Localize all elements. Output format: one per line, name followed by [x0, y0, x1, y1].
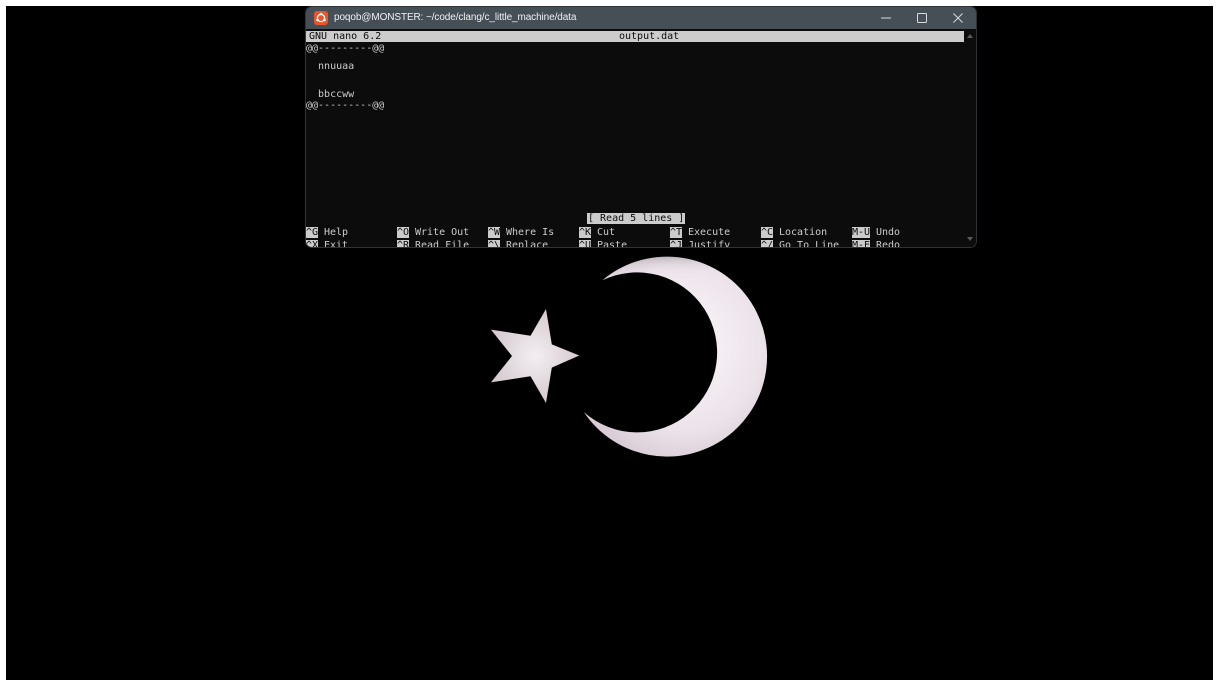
shortcut-label-justify: Justify — [688, 240, 731, 248]
shortcut-key-redo[interactable]: M-E — [852, 240, 871, 247]
terminal-window[interactable]: poqob@MONSTER: ~/code/clang/c_little_mac… — [305, 6, 977, 248]
shortcut-label-exit: Exit — [324, 240, 349, 248]
scroll-down-arrow-icon[interactable] — [967, 237, 973, 241]
close-button[interactable] — [940, 7, 976, 29]
terminal-scrollbar[interactable] — [964, 29, 976, 247]
close-icon — [953, 13, 963, 23]
status-message: [ Read 5 lines ] — [587, 213, 686, 224]
maximize-button[interactable] — [904, 7, 940, 29]
shortcut-key-justify[interactable]: ^J — [670, 240, 683, 247]
file-line[interactable]: nnuuaa — [306, 61, 354, 72]
minimize-button[interactable] — [868, 7, 904, 29]
shortcut-label-location: Location — [779, 227, 828, 238]
shortcut-key-location[interactable]: ^C — [761, 227, 774, 238]
shortcut-label-where-is: Where Is — [506, 227, 555, 238]
shortcut-key-cut[interactable]: ^K — [579, 227, 592, 238]
shortcut-label-execute: Execute — [688, 227, 731, 238]
shortcut-key-where-is[interactable]: ^W — [488, 227, 501, 238]
window-titlebar[interactable]: poqob@MONSTER: ~/code/clang/c_little_mac… — [306, 7, 976, 29]
nano-version: GNU nano 6.2 — [309, 31, 382, 42]
ubuntu-icon — [314, 11, 328, 25]
minimize-icon — [881, 17, 891, 19]
star-shape — [490, 309, 580, 403]
shortcut-key-replace[interactable]: ^\ — [488, 240, 501, 247]
file-line[interactable]: @@---------@@ — [306, 100, 384, 111]
shortcut-label-undo: Undo — [876, 227, 901, 238]
shortcut-label-cut: Cut — [597, 227, 616, 238]
shortcut-key-help[interactable]: ^G — [306, 227, 319, 238]
maximize-icon — [917, 13, 927, 23]
shortcut-label-paste: Paste — [597, 240, 628, 248]
shortcut-label-redo: Redo — [876, 240, 901, 248]
scroll-up-arrow-icon[interactable] — [967, 34, 973, 38]
desktop-background: poqob@MONSTER: ~/code/clang/c_little_mac… — [6, 6, 1213, 680]
file-line[interactable]: bbccww — [306, 89, 354, 100]
shortcut-key-execute[interactable]: ^T — [670, 227, 683, 238]
shortcut-key-go-to-line[interactable]: ^/ — [761, 240, 774, 247]
shortcut-label-read-file: Read File — [415, 240, 470, 248]
nano-filename: output.dat — [619, 31, 680, 42]
shortcut-label-write-out: Write Out — [415, 227, 470, 238]
shortcut-key-write-out[interactable]: ^O — [397, 227, 410, 238]
window-title: poqob@MONSTER: ~/code/clang/c_little_mac… — [334, 12, 577, 23]
shortcut-key-undo[interactable]: M-U — [852, 227, 871, 238]
nano-title-bar: GNU nano 6.2 output.dat — [306, 31, 964, 42]
shortcut-label-help: Help — [324, 227, 349, 238]
shortcut-key-paste[interactable]: ^U — [579, 240, 592, 247]
file-line[interactable]: @@---------@@ — [306, 43, 384, 54]
shortcut-key-read-file[interactable]: ^R — [397, 240, 410, 247]
crescent-shape — [583, 256, 768, 457]
terminal-content[interactable]: GNU nano 6.2 output.dat @@---------@@ nn… — [306, 29, 964, 247]
shortcut-label-go-to-line: Go To Line — [779, 240, 840, 248]
shortcut-key-exit[interactable]: ^X — [306, 240, 319, 247]
shortcut-label-replace: Replace — [506, 240, 549, 248]
